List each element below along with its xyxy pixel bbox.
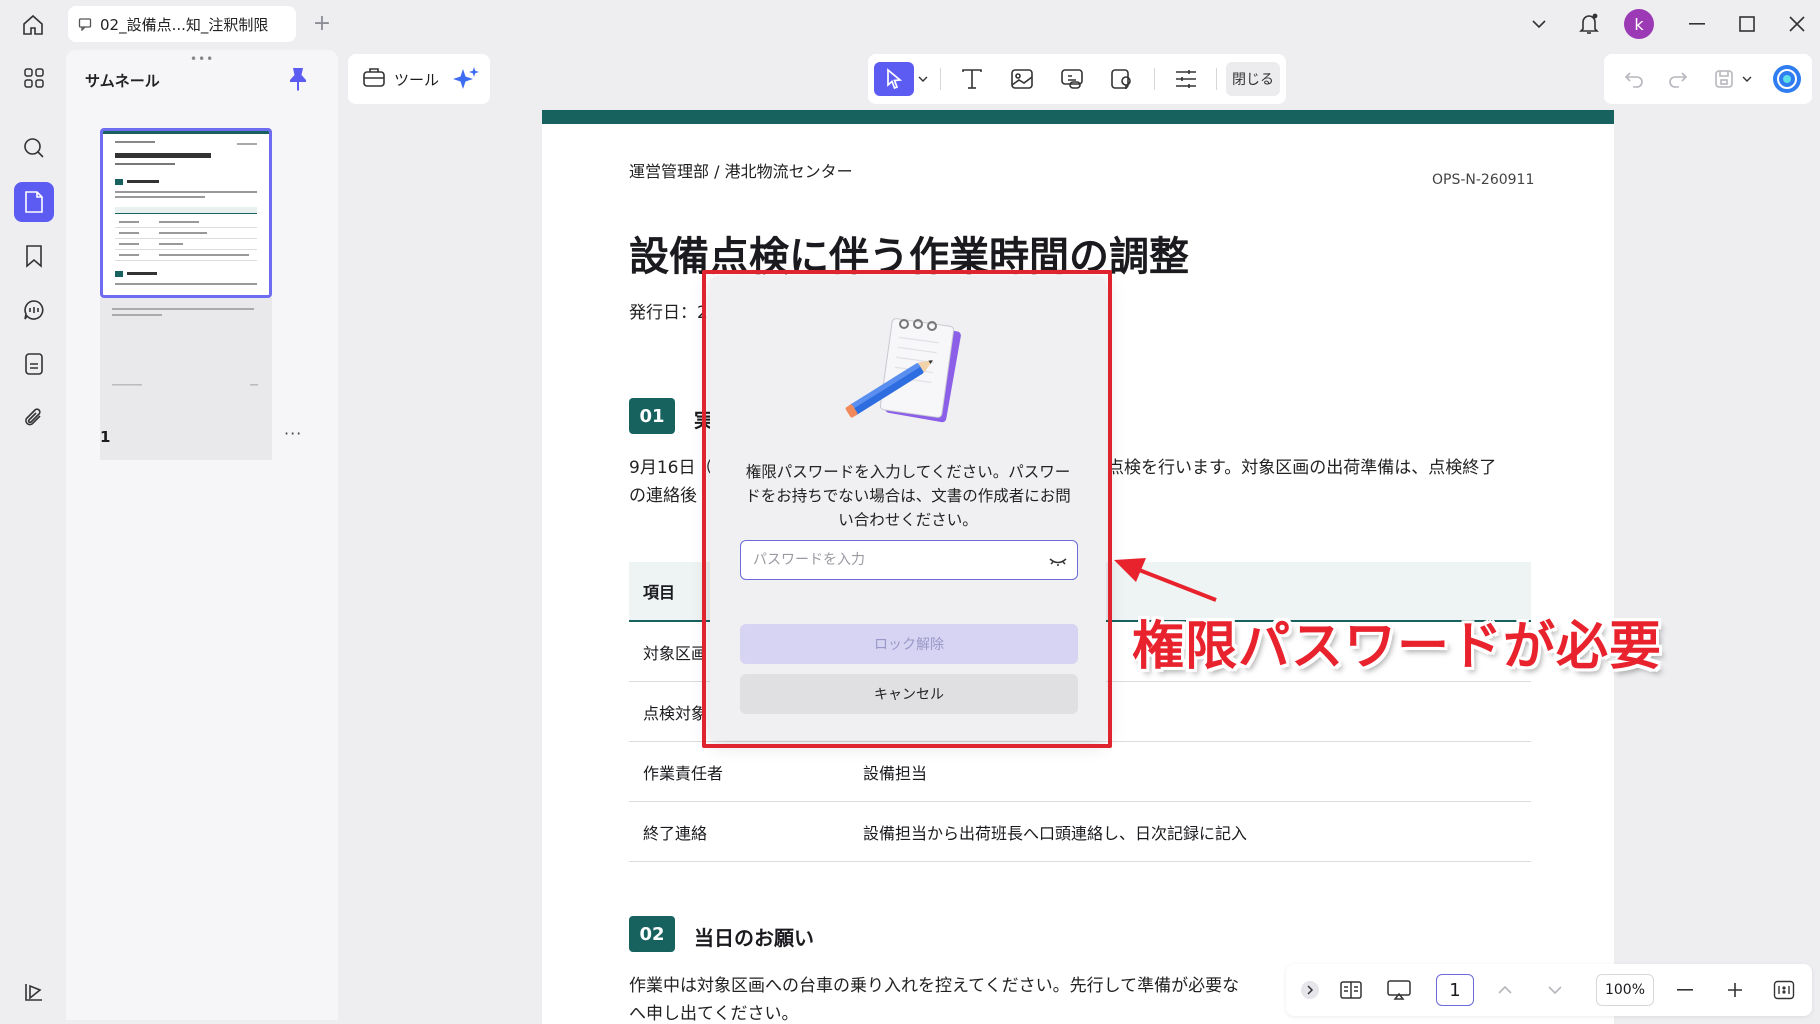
- document-id: OPS-N-260911: [1432, 172, 1535, 188]
- table-cell: 設備担当: [863, 763, 928, 783]
- new-tab-button[interactable]: +: [310, 12, 334, 36]
- previous-page-icon[interactable]: [1490, 974, 1520, 1006]
- toolbar-separator: [940, 68, 941, 90]
- page-navigation-bar: 1 100%: [1286, 964, 1812, 1016]
- sidebar-toggle-icon[interactable]: [14, 972, 54, 1012]
- highlight-box: [702, 270, 1112, 748]
- close-window-icon[interactable]: [1782, 8, 1812, 40]
- page-header-band: [542, 110, 1614, 124]
- toolbar-separator: [1216, 68, 1217, 90]
- page-thumbnail-icon[interactable]: [14, 182, 54, 222]
- close-edit-button[interactable]: 閉じる: [1226, 62, 1280, 96]
- stamp-tool-icon[interactable]: [1102, 62, 1142, 96]
- save-icon[interactable]: [1708, 62, 1740, 96]
- tools-toolbar: ツール: [348, 54, 490, 104]
- section-number-badge: 01: [629, 398, 675, 434]
- page-thumbnail[interactable]: [100, 128, 272, 298]
- home-icon[interactable]: [18, 10, 48, 40]
- bookmark-icon[interactable]: [14, 236, 54, 276]
- save-dropdown-icon[interactable]: [1740, 62, 1754, 96]
- user-avatar[interactable]: k: [1622, 8, 1656, 40]
- zoom-out-icon[interactable]: [1670, 974, 1700, 1006]
- actual-size-icon[interactable]: [1768, 974, 1800, 1006]
- section-number-badge: 02: [629, 916, 675, 952]
- panel-drag-handle[interactable]: •••: [190, 52, 214, 66]
- thumbnail-page-number: 1: [100, 428, 111, 446]
- history-toolbar: [1604, 54, 1812, 104]
- ai-assistant-icon[interactable]: [1770, 62, 1804, 96]
- table-cell: 終了連絡: [643, 823, 708, 843]
- page-number-input[interactable]: 1: [1436, 974, 1474, 1006]
- select-tool-dropdown-icon[interactable]: [916, 62, 930, 96]
- zoom-in-icon[interactable]: [1720, 974, 1750, 1006]
- thumbnail-panel-title: サムネール: [85, 72, 160, 90]
- avatar-letter: k: [1624, 9, 1654, 39]
- document-tab[interactable]: 02_設備点...知_注釈制限: [68, 6, 296, 42]
- issue-date: 発行日：2: [629, 303, 708, 323]
- table-cell: 作業責任者: [643, 763, 724, 783]
- chevron-right-icon[interactable]: [1298, 974, 1322, 1006]
- toolbox-icon[interactable]: [362, 66, 386, 92]
- minimize-icon[interactable]: [1682, 8, 1712, 40]
- left-rail: [0, 48, 66, 1024]
- presentation-icon[interactable]: [1382, 974, 1416, 1006]
- department-label: 運営管理部 / 港北物流センター: [629, 162, 853, 181]
- search-icon[interactable]: [14, 128, 54, 168]
- table-cell: 設備担当から出荷班長へ口頭連絡し、日次記録に記入: [863, 823, 1248, 843]
- annotation-arrow: [1112, 552, 1218, 604]
- grid-apps-icon[interactable]: [14, 58, 54, 98]
- next-page-icon[interactable]: [1540, 974, 1570, 1006]
- zoom-level[interactable]: 100%: [1596, 974, 1654, 1006]
- redo-icon[interactable]: [1662, 62, 1694, 96]
- paragraph-line: 点検を行います。対象区画の出荷準備は、点検終了: [1107, 458, 1497, 478]
- ai-sparkle-icon[interactable]: [452, 66, 480, 96]
- pin-icon[interactable]: [286, 66, 310, 92]
- table-row: 作業責任者 設備担当: [629, 742, 1531, 802]
- notification-bell-icon[interactable]: [1574, 8, 1604, 40]
- link-tool-icon[interactable]: [1052, 62, 1092, 96]
- table-row: 終了連絡 設備担当から出荷班長へ口頭連絡し、日次記録に記入: [629, 802, 1531, 862]
- select-tool-button[interactable]: [874, 62, 914, 96]
- chevron-down-icon[interactable]: [1524, 8, 1554, 40]
- attachment-icon[interactable]: [14, 398, 54, 438]
- tab-title: 02_設備点...知_注釈制限: [100, 15, 269, 34]
- thumbnail-page-remainder: [100, 298, 272, 460]
- toolbar-separator: [1154, 68, 1155, 90]
- page-layout-icon[interactable]: [1334, 974, 1368, 1006]
- title-bar: 02_設備点...知_注釈制限 + k: [0, 0, 1820, 48]
- thumbnail-panel: ••• サムネール 1 ···: [66, 50, 338, 1020]
- section-title: 当日のお願い: [694, 926, 814, 950]
- undo-icon[interactable]: [1618, 62, 1650, 96]
- image-tool-icon[interactable]: [1002, 62, 1042, 96]
- adjust-settings-icon[interactable]: [1166, 62, 1206, 96]
- thumbnail-more-button[interactable]: ···: [284, 424, 302, 443]
- paragraph-line: 作業中は対象区画への台車の乗り入れを控えてください。先行して準備が必要な: [629, 976, 1240, 996]
- maximize-icon[interactable]: [1732, 8, 1762, 40]
- comments-icon[interactable]: [14, 290, 54, 330]
- annotation-label: 権限パスワードが必要: [1132, 617, 1663, 677]
- document-icon[interactable]: [14, 344, 54, 384]
- comment-icon: [78, 16, 94, 32]
- text-tool-icon[interactable]: [952, 62, 992, 96]
- tools-button-label[interactable]: ツール: [394, 69, 439, 90]
- edit-toolbar: 閉じる: [868, 54, 1286, 104]
